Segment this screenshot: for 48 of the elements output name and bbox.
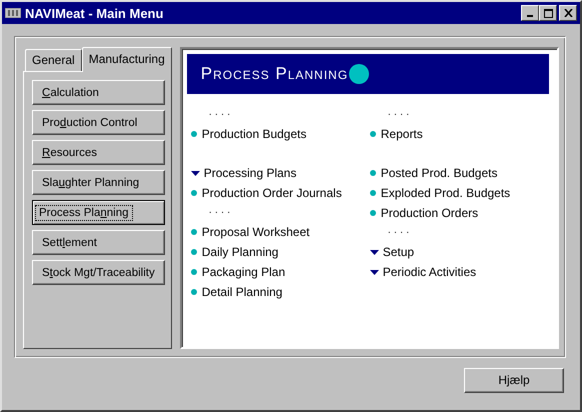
menu-button[interactable]: Settlement bbox=[32, 230, 165, 255]
separator-dots: . . . . bbox=[386, 105, 410, 120]
menu-link[interactable]: Posted Prod. Budgets bbox=[380, 166, 498, 180]
menu-button[interactable]: Calculation bbox=[32, 80, 165, 105]
triangle-down-icon bbox=[190, 170, 200, 176]
circle-icon bbox=[349, 64, 370, 84]
menu-link[interactable]: Production Orders bbox=[380, 206, 478, 220]
triangle-down-icon bbox=[370, 250, 379, 254]
app-icon bbox=[5, 8, 21, 18]
bullet-icon bbox=[190, 289, 197, 295]
menu-button[interactable]: Process Planning bbox=[32, 200, 165, 225]
bullet-icon bbox=[190, 229, 197, 235]
menu-button[interactable]: Resources bbox=[32, 140, 165, 165]
separator-dots: . . . . bbox=[208, 105, 232, 120]
separator-dots: . . . . bbox=[386, 223, 410, 238]
bullet-icon bbox=[190, 269, 197, 275]
menu-link[interactable]: Detail Planning bbox=[202, 285, 282, 299]
menu-link[interactable]: Production Order Journals bbox=[202, 186, 342, 200]
bullet-icon bbox=[370, 131, 376, 137]
bullet-icon bbox=[370, 190, 376, 196]
maximize-icon bbox=[544, 8, 552, 18]
menu-link[interactable]: Exploded Prod. Budgets bbox=[380, 186, 510, 200]
menu-link[interactable]: Reports bbox=[380, 127, 423, 141]
help-button[interactable]: Hjælp bbox=[464, 368, 564, 392]
menu-link[interactable]: Processing Plans bbox=[204, 166, 296, 180]
maximize-button[interactable] bbox=[539, 5, 557, 21]
window-title: NAVIMeat - Main Menu bbox=[25, 6, 164, 20]
bullet-icon bbox=[370, 210, 376, 216]
menu-link[interactable]: Setup bbox=[382, 245, 414, 259]
menu-link[interactable]: Packaging Plan bbox=[202, 265, 286, 279]
menu-link[interactable]: Daily Planning bbox=[202, 245, 278, 259]
menu-button[interactable]: Stock Mgt/Traceability bbox=[32, 260, 165, 285]
menu-button[interactable]: Slaughter Planning bbox=[32, 170, 165, 195]
bullet-icon bbox=[190, 249, 197, 255]
menu-button[interactable]: Production Control bbox=[32, 110, 165, 135]
minimize-button[interactable] bbox=[521, 5, 539, 21]
close-icon bbox=[564, 9, 572, 17]
bullet-icon bbox=[190, 131, 197, 137]
menu-link[interactable]: Periodic Activities bbox=[382, 265, 476, 279]
bullet-icon bbox=[370, 170, 376, 176]
section-title: Process Planning bbox=[200, 64, 348, 84]
menu-link[interactable]: Production Budgets bbox=[202, 127, 306, 141]
menu-link[interactable]: Proposal Worksheet bbox=[202, 225, 310, 239]
bullet-icon bbox=[190, 190, 197, 196]
close-button[interactable] bbox=[559, 5, 577, 21]
triangle-down-icon bbox=[370, 270, 379, 274]
separator-dots: . . . . bbox=[208, 203, 232, 218]
tab[interactable]: Manufacturing bbox=[82, 47, 172, 72]
